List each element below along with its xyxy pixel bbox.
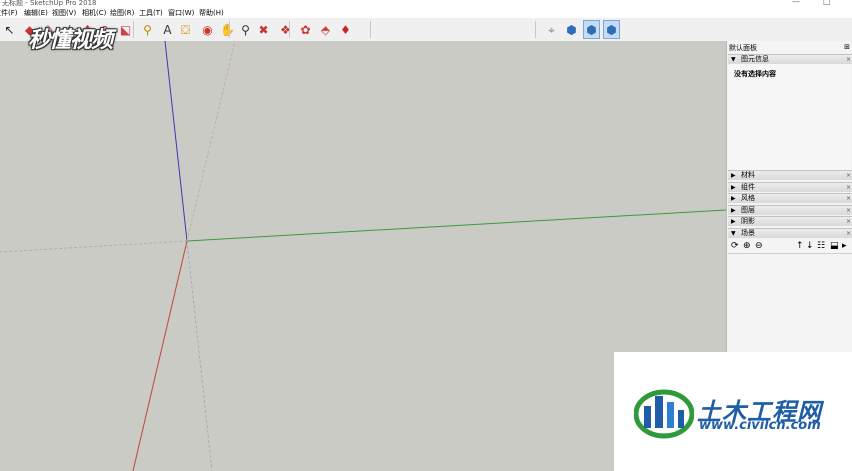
watermark-text: 秒懂视频 — [28, 28, 113, 53]
move-down-icon[interactable]: ↓ — [806, 240, 814, 252]
warehouse-tool-button[interactable]: ❖ — [277, 20, 294, 39]
menu-tools[interactable]: 工具(T) — [139, 8, 163, 18]
blue-axis-negative — [186, 240, 213, 471]
tray-section-label: 风格 — [741, 194, 755, 202]
red-axis-positive — [132, 240, 188, 471]
close-icon[interactable]: × — [846, 229, 851, 238]
green-axis-positive — [186, 209, 726, 242]
orbit-tool-button[interactable]: ◉ — [199, 20, 216, 39]
text-tool-button[interactable]: A — [159, 20, 176, 39]
no-selection-text: 没有选择内容 — [734, 70, 776, 78]
close-icon[interactable]: × — [846, 55, 851, 64]
menu-window[interactable]: 窗口(W) — [168, 8, 194, 18]
iso-view-button[interactable]: ⬢ — [563, 20, 580, 39]
menu-file[interactable]: 文件(F) — [0, 8, 18, 18]
toolbar-separator — [535, 21, 536, 38]
toolbar-separator — [370, 21, 371, 38]
entity-info-label: 图元信息 — [741, 55, 769, 63]
toolbar-separator — [229, 21, 230, 38]
tray-section-2[interactable]: ▶ 风格 × — [728, 193, 852, 203]
remove-scene-icon[interactable]: ⊖ — [755, 240, 763, 252]
close-icon[interactable]: × — [846, 171, 851, 180]
tray-section-3[interactable]: ▶ 图层 × — [728, 204, 852, 215]
expand-arrow-icon: ▶ — [731, 183, 736, 191]
ruby-tool-button[interactable]: ♦ — [337, 20, 354, 39]
pan-tool-button[interactable]: ✋ — [219, 20, 236, 39]
expand-arrow-icon: ▼ — [731, 56, 736, 63]
close-icon[interactable]: × — [846, 183, 851, 192]
menu-help[interactable]: 帮助(H) — [199, 8, 224, 18]
front-view-button[interactable]: ⬢ — [603, 20, 620, 39]
zoom-extents-tool-button[interactable]: ✖ — [255, 20, 272, 39]
menu-draw[interactable]: 绘图(R) — [110, 8, 134, 18]
green-axis-negative — [0, 240, 188, 253]
entity-info-header[interactable]: ▼ 图元信息 × — [728, 54, 852, 64]
minimize-button[interactable]: — — [792, 0, 800, 6]
scene-toolbar: ⟳ ⊕ ⊖ ↑ ↓ ☷ ⬓ ▸ — [728, 239, 852, 254]
video-watermark: 秒懂视频 — [24, 20, 158, 54]
tray-section-label: 阴影 — [741, 217, 755, 225]
zoom-tool-button[interactable]: ⚲ — [237, 20, 254, 39]
axes-tool-button[interactable]: ⌖ — [543, 20, 560, 39]
menu-edit[interactable]: 编辑(E) — [24, 8, 48, 18]
entity-info-body: 没有选择内容 — [728, 64, 851, 171]
maximize-button[interactable]: □ — [823, 0, 831, 6]
expand-arrow-icon: ▶ — [731, 195, 736, 202]
civilcn-logo-icon — [634, 389, 694, 439]
tray-pin-icon[interactable]: ⊞ — [844, 43, 850, 51]
tray-section-label: 场景 — [741, 228, 755, 237]
civilcn-logo: 土木工程网 www.civilcn.com — [614, 352, 852, 471]
add-scene-icon[interactable]: ⊕ — [743, 240, 751, 252]
tray-section-label: 图层 — [741, 205, 755, 214]
menu-view[interactable]: 视图(V) — [52, 8, 76, 18]
top-view-button[interactable]: ⬢ — [583, 20, 600, 39]
toolbar-separator — [289, 21, 290, 38]
tray-section-5[interactable]: ▼ 场景 × — [728, 227, 852, 238]
logo-url: www.civilcn.com — [699, 418, 821, 433]
tray-title: 默认面板 — [729, 44, 757, 52]
share-tool-button[interactable]: ⬘ — [317, 20, 334, 39]
menu-camera[interactable]: 相机(C) — [82, 8, 106, 18]
expand-arrow-icon: ▶ — [731, 206, 736, 214]
tray-section-label: 材料 — [741, 171, 755, 179]
close-icon[interactable]: × — [846, 206, 851, 215]
expand-arrow-icon: ▼ — [731, 229, 736, 237]
details-icon[interactable]: ⬓ — [830, 240, 839, 252]
select-tool-button[interactable]: ↖ — [1, 20, 18, 39]
tray-section-1[interactable]: ▶ 组件 × — [728, 181, 852, 192]
red-axis-negative — [186, 41, 236, 242]
extension-tool-button[interactable]: ✿ — [297, 20, 314, 39]
move-up-icon[interactable]: ↑ — [796, 240, 804, 252]
refresh-icon[interactable]: ⟳ — [731, 240, 739, 252]
title-bar: 无标题 - SketchUp Pro 2018 — □ — [0, 0, 852, 8]
blue-axis-positive — [164, 41, 188, 242]
expand-arrow-icon: ▶ — [731, 218, 736, 225]
close-icon[interactable]: × — [846, 217, 851, 226]
expand-icon[interactable]: ▸ — [842, 240, 847, 252]
window-title: 无标题 - SketchUp Pro 2018 — [2, 0, 97, 7]
tray-section-label: 组件 — [741, 182, 755, 191]
view-options-icon[interactable]: ☷ — [817, 240, 825, 252]
tray-section-4[interactable]: ▶ 阴影 × — [728, 216, 852, 226]
paint-bucket-tool-button[interactable]: ⛋ — [177, 20, 194, 39]
menu-bar: 文件(F) 编辑(E) 视图(V) 相机(C) 绘图(R) 工具(T) 窗口(W… — [0, 8, 852, 18]
close-icon[interactable]: × — [846, 194, 851, 203]
tray-section-0[interactable]: ▶ 材料 × — [728, 170, 852, 180]
expand-arrow-icon: ▶ — [731, 172, 736, 179]
